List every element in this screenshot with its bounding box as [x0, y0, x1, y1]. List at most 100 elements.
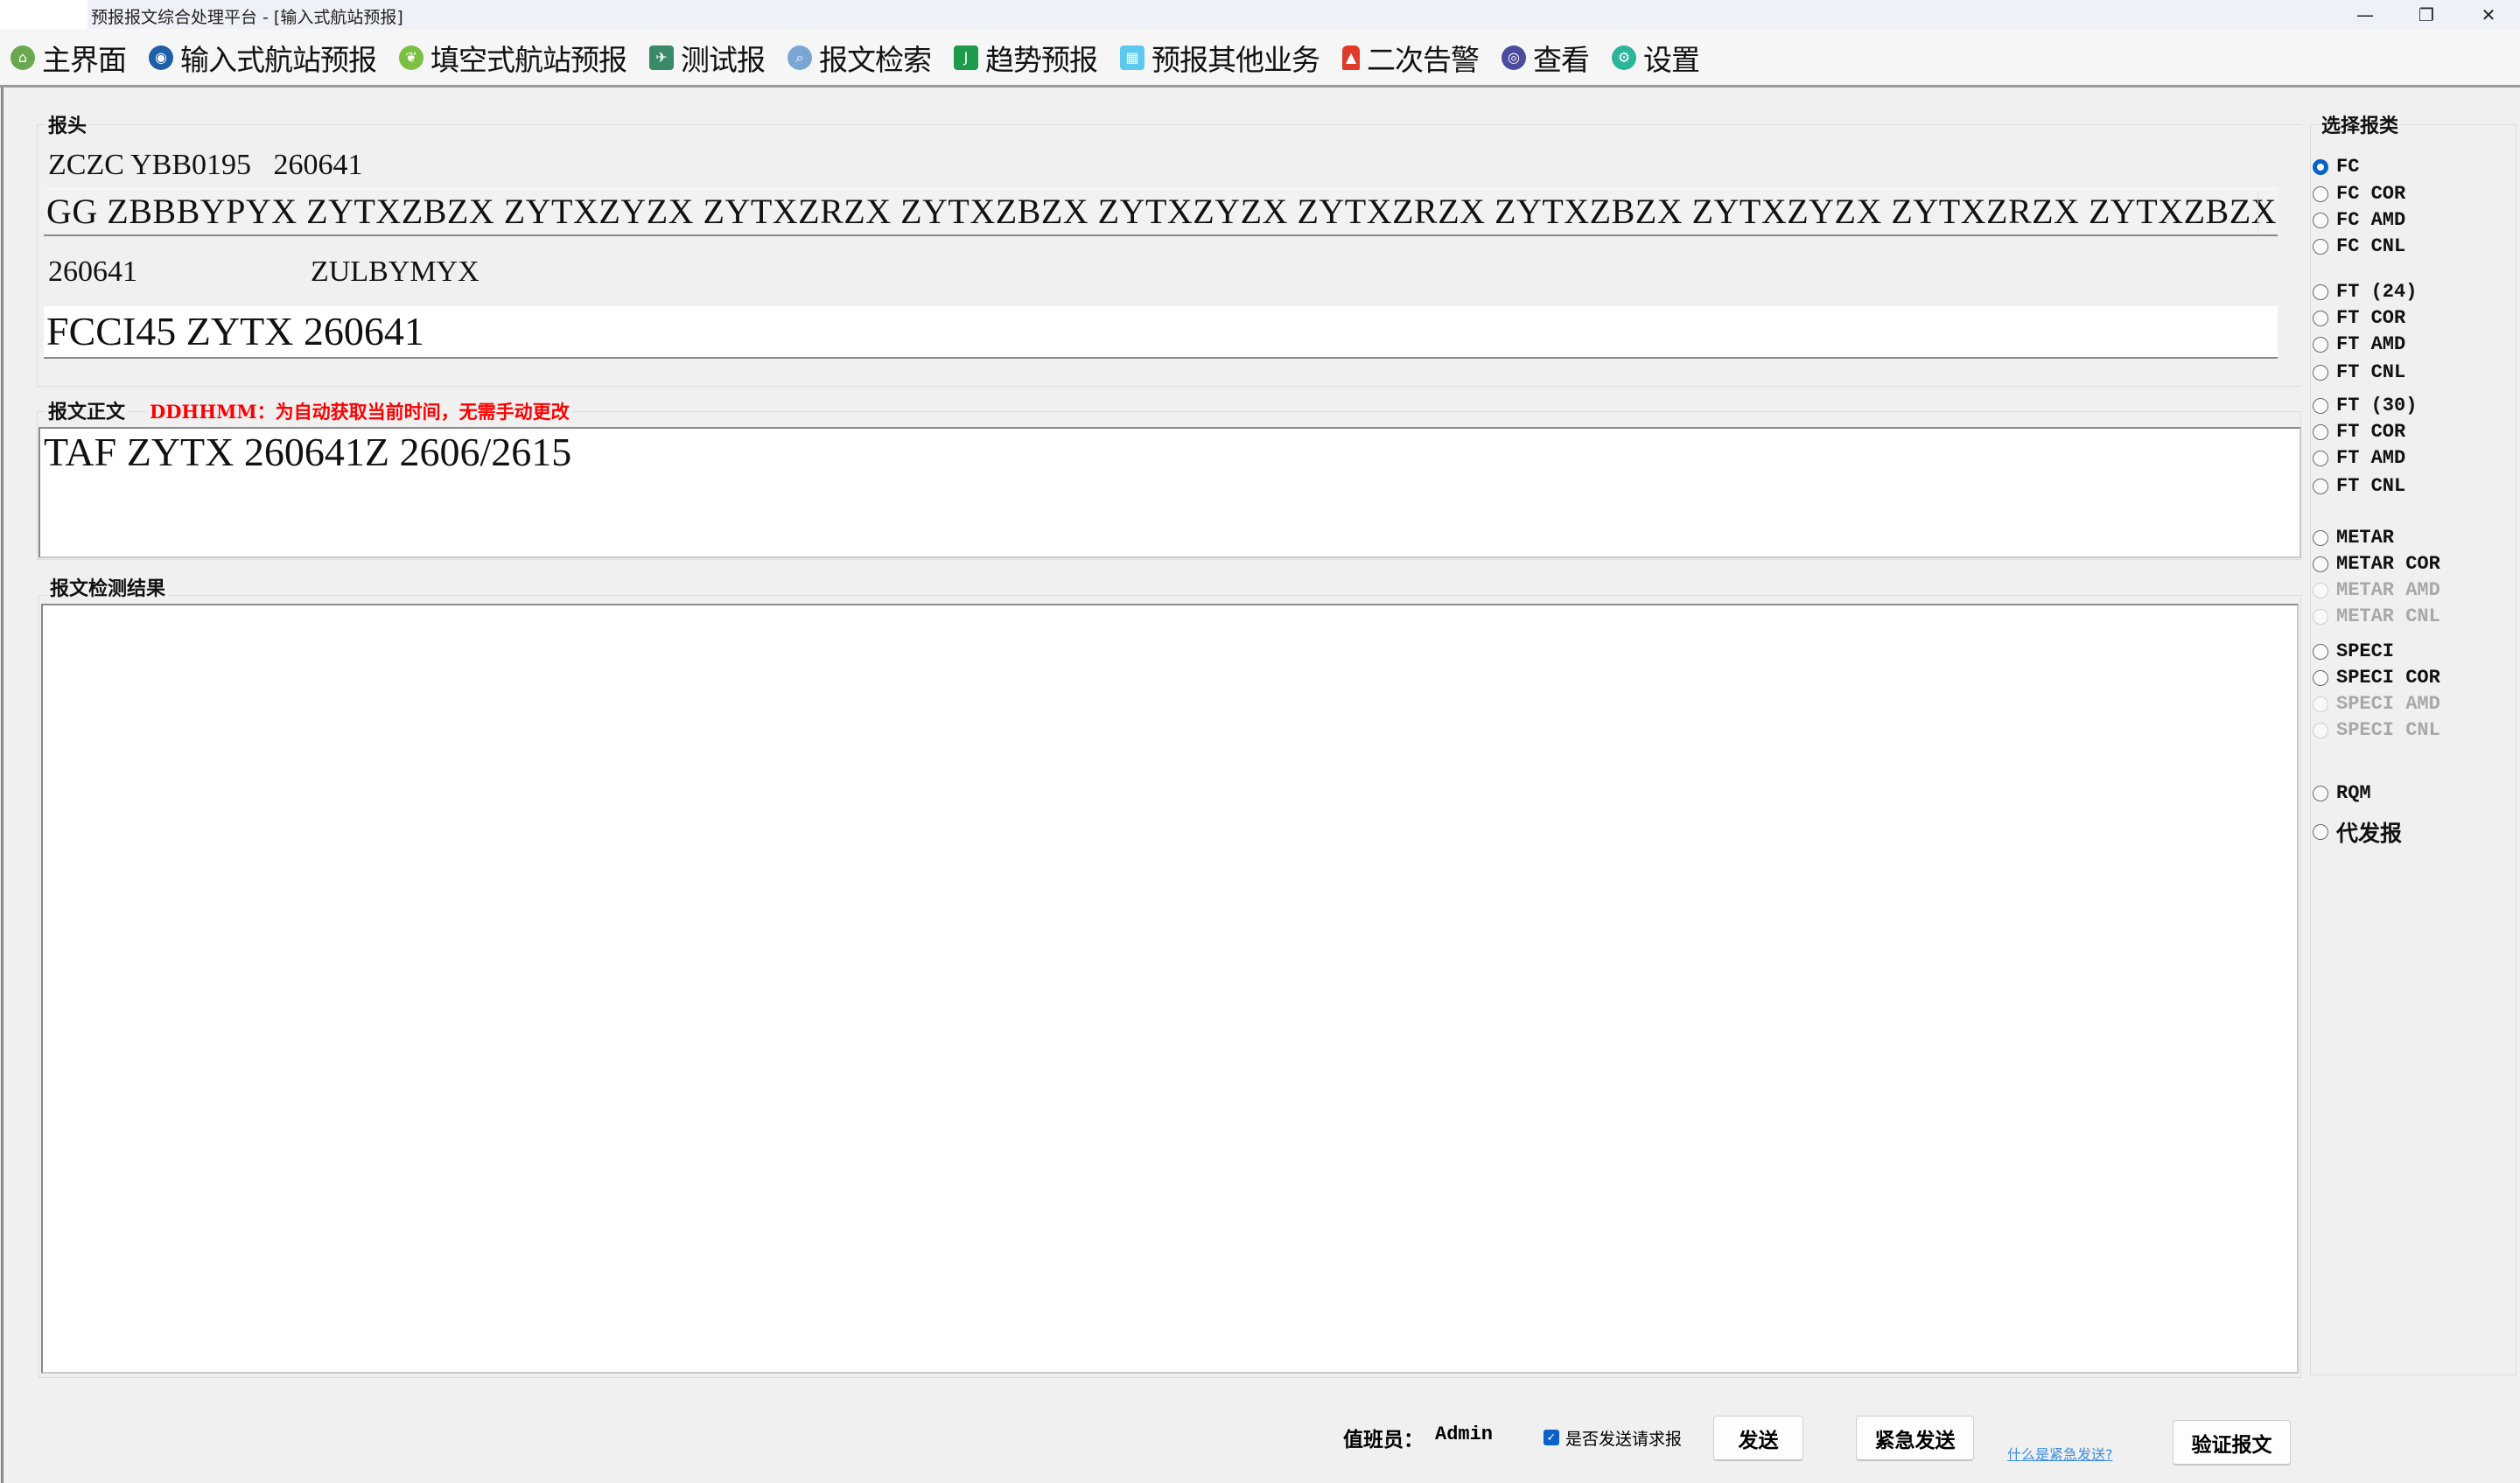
- close-icon: ✕: [2481, 3, 2496, 25]
- report-type-label: 选择报类: [2319, 110, 2402, 138]
- body-text: TAF ZYTX 260641Z 2606/2615: [44, 430, 572, 474]
- toolbar-item-3[interactable]: ✈ 测试报: [649, 36, 766, 80]
- gear-icon: ⚙: [1612, 45, 1636, 70]
- report-type-option[interactable]: FT COR: [2313, 421, 2405, 443]
- radio-unselected-icon: [2313, 397, 2328, 414]
- toolbar-item-5[interactable]: J 趋势预报: [954, 36, 1098, 80]
- report-type-option[interactable]: FT AMD: [2313, 333, 2405, 355]
- checkmark-icon: ✓: [1546, 1431, 1557, 1445]
- radio-unselected-icon: [2313, 529, 2328, 546]
- toolbar-item-7[interactable]: ▲ 二次告警: [1342, 36, 1480, 80]
- toolbar-item-label: 填空式航站预报: [430, 42, 627, 77]
- duty-officer-value: Admin: [1435, 1424, 1494, 1445]
- minimize-button[interactable]: —: [2339, 0, 2391, 29]
- report-type-option-label: FC COR: [2336, 183, 2406, 205]
- report-type-option[interactable]: FT CNL: [2313, 475, 2405, 497]
- report-type-option[interactable]: METAR: [2313, 527, 2394, 549]
- grid-icon: ▦: [1120, 45, 1144, 70]
- toolbar-item-label: 查看: [1533, 42, 1590, 77]
- report-type-option[interactable]: FC COR: [2313, 183, 2405, 205]
- report-type-option-label: METAR CNL: [2336, 605, 2440, 627]
- report-type-option[interactable]: RQM: [2313, 782, 2371, 804]
- ddhhmm-note: DDHHMM：为自动获取当前时间，无需手动更改: [147, 398, 572, 424]
- report-type-option-label: 代发报: [2336, 821, 2403, 846]
- urgent-send-help-link[interactable]: 什么是紧急发送?: [2007, 1443, 2113, 1464]
- radio-selected-icon: [2313, 158, 2328, 175]
- report-type-option-label: METAR COR: [2336, 553, 2440, 575]
- report-type-option-label: METAR AMD: [2336, 579, 2440, 601]
- toolbar-item-8[interactable]: ◎ 查看: [1502, 36, 1590, 80]
- header-address-text: GG ZBBBYPYX ZYTXZBZX ZYTXZYZX ZYTXZRZX Z…: [46, 192, 2278, 231]
- report-type-option-label: SPECI AMD: [2336, 693, 2440, 715]
- report-type-option[interactable]: METAR COR: [2313, 553, 2440, 575]
- report-type-option: SPECI CNL: [2313, 719, 2440, 741]
- app-icon: [0, 0, 88, 29]
- report-type-option: METAR AMD: [2313, 579, 2440, 601]
- toolbar-item-2[interactable]: ❦ 填空式航站预报: [399, 36, 627, 80]
- report-type-option[interactable]: FC AMD: [2313, 209, 2405, 231]
- report-type-option-label: FC: [2336, 156, 2360, 178]
- report-type-option[interactable]: SPECI: [2313, 640, 2394, 662]
- test-icon: ✈: [649, 45, 674, 70]
- report-type-option[interactable]: 代发报: [2313, 816, 2402, 848]
- report-type-option[interactable]: FT COR: [2313, 307, 2405, 329]
- report-type-option[interactable]: SPECI COR: [2313, 667, 2440, 689]
- report-type-option-label: FC CNL: [2336, 235, 2406, 257]
- toolbar-item-0[interactable]: ⌂ 主界面: [10, 36, 127, 80]
- header-abbreviated-field[interactable]: FCCI45 ZYTX 260641: [44, 306, 2278, 359]
- send-button[interactable]: 发送: [1713, 1416, 1803, 1461]
- radio-unselected-icon: [2313, 582, 2328, 598]
- trend-icon: J: [954, 45, 978, 70]
- radio-unselected-icon: [2313, 696, 2328, 712]
- leaf-icon: ❦: [399, 45, 424, 70]
- alarm-light-icon: ▲: [1342, 45, 1360, 70]
- main-toolbar: ⌂ 主界面 ◉ 输入式航站预报 ❦ 填空式航站预报 ✈ 测试报 ⌕ 报文检索 J 趋势预报 ▦ 预报其他业…: [0, 29, 2520, 86]
- urgent-send-button[interactable]: 紧急发送: [1856, 1416, 1974, 1461]
- radio-unselected-icon: [2313, 283, 2328, 300]
- maximize-button[interactable]: ❐: [2400, 0, 2453, 29]
- report-type-option[interactable]: FC CNL: [2313, 235, 2405, 257]
- toolbar-item-4[interactable]: ⌕ 报文检索: [788, 36, 932, 80]
- toolbar-item-1[interactable]: ◉ 输入式航站预报: [149, 36, 377, 80]
- report-type-option-label: FT CNL: [2336, 361, 2406, 383]
- body-text-area[interactable]: TAF ZYTX 260641Z 2606/2615: [38, 427, 2301, 558]
- report-type-option-label: SPECI COR: [2336, 667, 2440, 689]
- radio-unselected-icon: [2313, 310, 2328, 326]
- radio-unselected-icon: [2313, 824, 2328, 840]
- report-type-option: METAR CNL: [2313, 605, 2440, 627]
- request-report-checkbox[interactable]: ✓: [1544, 1430, 1559, 1445]
- header-group-label: 报头: [46, 110, 90, 138]
- restore-icon: ❐: [2418, 3, 2434, 25]
- toolbar-item-6[interactable]: ▦ 预报其他业务: [1120, 36, 1320, 80]
- report-type-option[interactable]: FT (30): [2313, 395, 2417, 416]
- radio-unselected-icon: [2313, 643, 2328, 660]
- view-icon: ◎: [1502, 45, 1526, 70]
- result-group-label: 报文检测结果: [47, 573, 169, 601]
- report-type-option[interactable]: FT CNL: [2313, 361, 2405, 383]
- report-type-option-label: FT AMD: [2336, 333, 2406, 355]
- report-type-option[interactable]: FT (24): [2313, 281, 2417, 303]
- radio-unselected-icon: [2313, 478, 2328, 494]
- minimize-icon: —: [2356, 3, 2374, 25]
- header-abbreviated-text: FCCI45 ZYTX 260641: [46, 309, 424, 353]
- close-button[interactable]: ✕: [2462, 0, 2515, 29]
- report-type-option-label: RQM: [2336, 782, 2371, 804]
- magnifier-icon: ⌕: [788, 45, 812, 70]
- header-address-field[interactable]: GG ZBBBYPYX ZYTXZBZX ZYTXZYZX ZYTXZRZX Z…: [44, 188, 2278, 236]
- result-text-area[interactable]: [41, 604, 2299, 1374]
- toolbar-item-label: 二次告警: [1367, 42, 1480, 77]
- toolbar-item-label: 输入式航站预报: [180, 42, 377, 77]
- body-group-label: 报文正文: [46, 396, 129, 424]
- report-type-option-label: FT AMD: [2336, 447, 2406, 469]
- report-type-option-label: FT COR: [2336, 307, 2406, 329]
- request-report-checkbox-label[interactable]: 是否发送请求报: [1565, 1426, 1682, 1450]
- toolbar-item-label: 测试报: [681, 42, 766, 77]
- header-line-zczc: ZCZC YBB0195 260641: [48, 149, 363, 181]
- report-type-option[interactable]: FT AMD: [2313, 447, 2405, 469]
- verify-report-button[interactable]: 验证报文: [2173, 1420, 2291, 1466]
- report-type-option[interactable]: FC: [2313, 156, 2359, 178]
- toolbar-item-label: 主界面: [42, 42, 127, 77]
- toolbar-item-9[interactable]: ⚙ 设置: [1612, 36, 1700, 80]
- duty-officer-label: 值班员：: [1343, 1429, 1424, 1452]
- radio-unselected-icon: [2313, 212, 2328, 228]
